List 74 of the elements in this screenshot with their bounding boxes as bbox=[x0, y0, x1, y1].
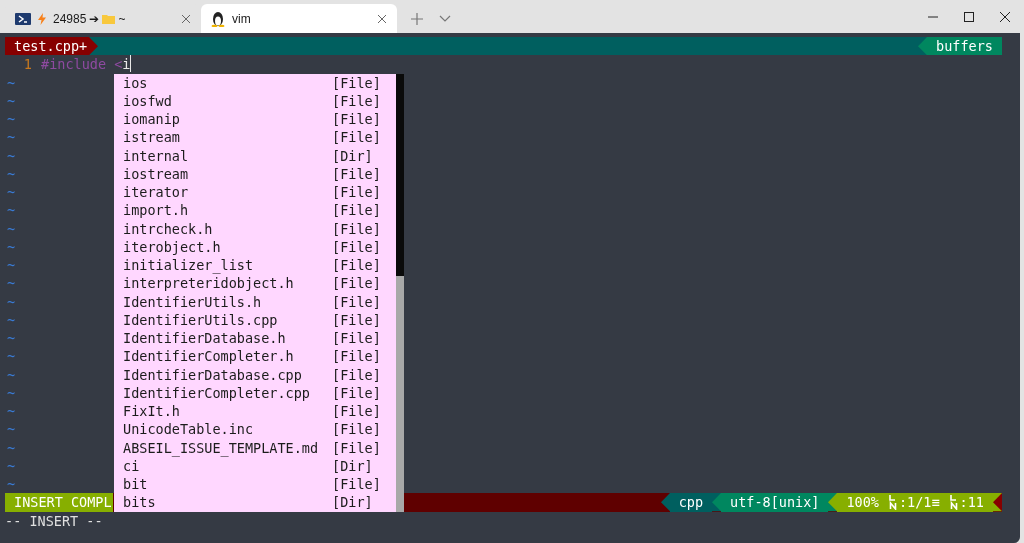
maximize-icon[interactable] bbox=[964, 11, 974, 22]
empty-line-tilde: ~ bbox=[7, 165, 16, 182]
completion-item[interactable]: iomanip [File] bbox=[123, 110, 396, 129]
tab-title: 24985 bbox=[53, 10, 87, 28]
empty-line-tilde: ~ bbox=[7, 384, 16, 401]
completion-item[interactable]: IdentifierCompleter.h [File] bbox=[123, 347, 396, 366]
command-line: -- INSERT -- bbox=[5, 512, 103, 529]
empty-line-tilde: ~ bbox=[7, 476, 16, 492]
tab-title: vim bbox=[232, 10, 251, 28]
empty-line-tilde: ~ bbox=[7, 275, 16, 292]
completion-item[interactable]: IdentifierDatabase.h [File] bbox=[123, 329, 396, 348]
empty-line-tilde: ~ bbox=[7, 403, 16, 419]
completion-item[interactable]: IdentifierCompleter.cpp [File] bbox=[123, 383, 396, 402]
empty-line-tilde: ~ bbox=[7, 457, 16, 474]
empty-line-tilde: ~ bbox=[7, 92, 16, 109]
completion-item[interactable]: IdentifierDatabase.cpp [File] bbox=[123, 365, 396, 384]
column-position: :11 bbox=[959, 493, 984, 512]
close-icon[interactable] bbox=[377, 13, 387, 24]
completion-item[interactable]: UnicodeTable.inc [File] bbox=[123, 420, 396, 439]
completion-item[interactable]: bits [Dir] bbox=[123, 493, 396, 512]
lightning-icon bbox=[38, 12, 46, 25]
completion-item[interactable]: IdentifierUtils.h [File] bbox=[123, 292, 396, 311]
empty-line-tilde: ~ bbox=[7, 366, 16, 383]
terminal-icon bbox=[15, 12, 31, 25]
percent-label: 100% bbox=[846, 493, 879, 512]
mode-label: INSERT COMPL bbox=[14, 494, 112, 511]
completion-item[interactable]: ci [Dir] bbox=[123, 456, 396, 475]
completion-item[interactable]: FixIt.h [File] bbox=[123, 402, 396, 421]
completion-item[interactable]: iostream [File] bbox=[123, 164, 396, 183]
empty-line-tilde: ~ bbox=[7, 220, 16, 237]
empty-line-tilde: ~ bbox=[7, 129, 16, 146]
tab-title: ➔ bbox=[89, 10, 100, 28]
separator-arrow-icon bbox=[89, 37, 99, 56]
completion-item[interactable]: import.h [File] bbox=[123, 201, 396, 220]
terminal-tab[interactable]: vim bbox=[201, 4, 397, 33]
empty-line-tilde: ~ bbox=[7, 184, 16, 200]
empty-line-tilde: ~ bbox=[7, 311, 16, 328]
separator-arrow-icon bbox=[660, 493, 670, 512]
completion-item[interactable]: iosfwd [File] bbox=[123, 91, 396, 110]
empty-line-tilde: ~ bbox=[7, 439, 16, 456]
completion-item[interactable]: IdentifierUtils.cpp [File] bbox=[123, 310, 396, 329]
line-number-icon bbox=[888, 494, 898, 511]
empty-line-tilde: ~ bbox=[7, 293, 16, 310]
buffers-label: buffers bbox=[918, 37, 1002, 56]
completion-item[interactable]: iterobject.h [File] bbox=[123, 237, 396, 256]
line-position: :1/1≡ bbox=[898, 493, 940, 512]
completion-item[interactable]: internal [Dir] bbox=[123, 146, 396, 165]
completion-item[interactable]: bit [File] bbox=[123, 475, 396, 494]
chevron-down-icon[interactable] bbox=[439, 15, 451, 22]
completion-item[interactable]: ios [File] bbox=[123, 73, 396, 92]
empty-line-tilde: ~ bbox=[7, 147, 16, 164]
empty-line-tilde: ~ bbox=[7, 421, 16, 438]
empty-line-tilde: ~ bbox=[7, 348, 16, 365]
completion-item[interactable]: iterator [File] bbox=[123, 183, 396, 202]
column-number-icon bbox=[949, 494, 959, 511]
line-number: 1 bbox=[22, 55, 33, 74]
code-line: #include <i bbox=[41, 55, 132, 74]
empty-line-tilde: ~ bbox=[7, 111, 16, 127]
tab-title: ~ bbox=[118, 10, 126, 28]
empty-line-tilde: ~ bbox=[7, 330, 16, 346]
completion-item[interactable]: interpreteridobject.h [File] bbox=[123, 274, 396, 293]
empty-line-tilde: ~ bbox=[7, 238, 16, 255]
completion-item[interactable]: istream [File] bbox=[123, 128, 396, 147]
separator-arrow-icon bbox=[918, 37, 928, 56]
completion-item[interactable]: intrcheck.h [File] bbox=[123, 219, 396, 238]
empty-line-tilde: ~ bbox=[7, 74, 16, 91]
completion-item[interactable]: ABSEIL_ISSUE_TEMPLATE.md [File] bbox=[123, 438, 396, 457]
folder-icon bbox=[102, 13, 116, 24]
penguin-icon bbox=[211, 10, 225, 27]
scrollbar[interactable] bbox=[396, 73, 404, 512]
empty-line-tilde: ~ bbox=[7, 202, 16, 219]
empty-line-tilde: ~ bbox=[7, 257, 16, 273]
completion-item[interactable]: initializer_list [File] bbox=[123, 256, 396, 275]
close-icon[interactable] bbox=[1000, 11, 1010, 22]
